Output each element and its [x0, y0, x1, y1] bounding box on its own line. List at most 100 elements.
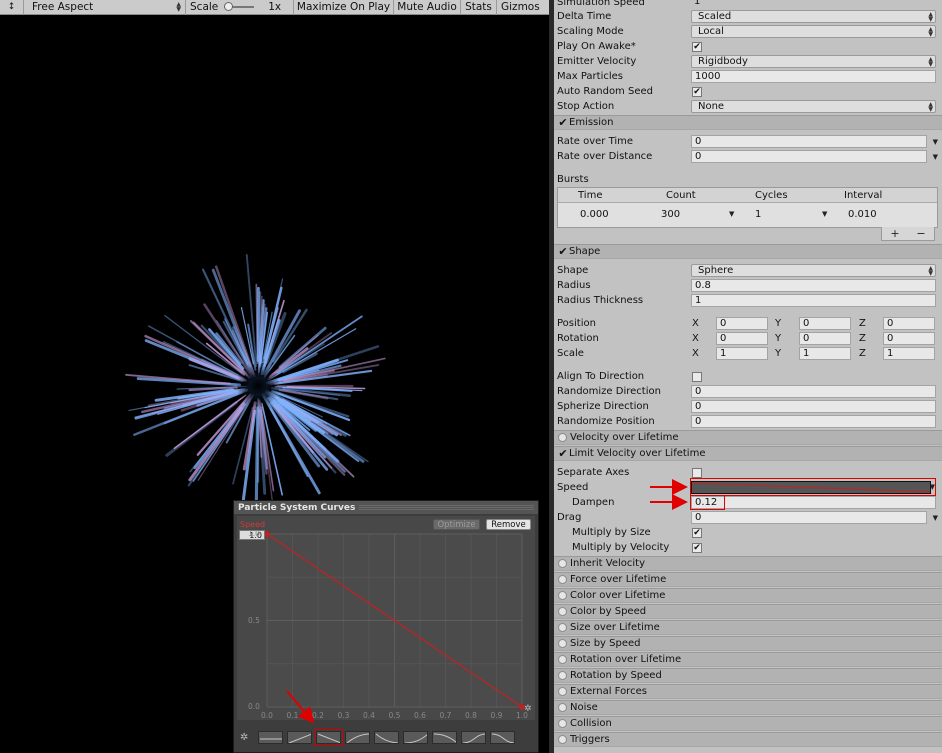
shape-dropdown[interactable]: Sphere ▲ ▼	[691, 264, 936, 277]
optimize-button[interactable]: Optimize	[433, 519, 480, 530]
scale-x-field[interactable]: 1	[716, 347, 768, 360]
rotation-z-field[interactable]: 0	[883, 332, 935, 345]
dampen-field[interactable]: 0.12	[691, 496, 936, 509]
shape-label: Shape	[557, 265, 589, 276]
stats-toggle[interactable]: Stats	[461, 0, 497, 15]
gizmos-toggle[interactable]: Gizmos	[497, 0, 549, 15]
module-disabled-toggle-icon[interactable]	[558, 623, 567, 632]
play-on-awake-checkbox[interactable]: ✔	[692, 41, 702, 52]
maximize-on-play-toggle[interactable]: Maximize On Play	[294, 0, 394, 15]
module-header-noise[interactable]: Noise	[554, 700, 942, 715]
emitter-velocity-dropdown[interactable]: Rigidbody ▲ ▼	[691, 55, 936, 68]
scaling-mode-dropdown[interactable]: Local ▲ ▼	[691, 25, 936, 38]
cycles-dropdown-icon[interactable]: ▼	[822, 210, 827, 218]
module-disabled-toggle-icon[interactable]	[558, 433, 567, 442]
module-header-external-forces[interactable]: External Forces	[554, 684, 942, 699]
module-disabled-toggle-icon[interactable]	[558, 559, 567, 568]
aspect-dropdown[interactable]: Free Aspect ▲ ▼	[24, 0, 186, 15]
randomize-direction-field[interactable]: 0	[691, 385, 936, 398]
module-header-inherit-velocity[interactable]: Inherit Velocity	[554, 556, 942, 571]
radius-thickness-field[interactable]: 1	[691, 294, 936, 307]
preset-ease-out-down-button[interactable]	[374, 730, 399, 744]
count-dropdown-icon[interactable]: ▼	[729, 210, 734, 218]
scale-y-field[interactable]: 1	[799, 347, 851, 360]
module-disabled-toggle-icon[interactable]	[558, 575, 567, 584]
module-header-collision[interactable]: Collision	[554, 716, 942, 731]
preset-ease-in-out-down-button[interactable]	[490, 730, 515, 744]
stop-action-dropdown[interactable]: None ▲ ▼	[691, 100, 936, 113]
position-y-field[interactable]: 0	[799, 317, 851, 330]
burst-time-field[interactable]: 0.000	[580, 209, 609, 220]
module-disabled-toggle-icon[interactable]	[558, 719, 567, 728]
align-to-direction-checkbox[interactable]	[692, 371, 702, 382]
spherize-direction-field[interactable]: 0	[691, 400, 936, 413]
add-burst-button[interactable]: +	[890, 227, 899, 240]
multiply-by-size-checkbox[interactable]: ✔	[692, 527, 702, 538]
drag-field[interactable]: 0	[691, 511, 927, 524]
module-header-rotation-over-lifetime[interactable]: Rotation over Lifetime	[554, 652, 942, 667]
curve-editor[interactable]: ✲ Speed 1.0 Optimize Remove	[237, 516, 535, 720]
burst-cycles-field[interactable]: 1	[755, 209, 761, 220]
curve-name-label: Speed	[240, 520, 266, 529]
module-header-triggers[interactable]: Triggers	[554, 732, 942, 747]
module-enabled-check-icon[interactable]: ✔	[557, 447, 569, 460]
module-disabled-toggle-icon[interactable]	[558, 591, 567, 600]
module-disabled-toggle-icon[interactable]	[558, 703, 567, 712]
max-particles-field[interactable]: 1000	[691, 70, 936, 83]
rate-over-time-field[interactable]: 0	[691, 135, 927, 148]
scale-slider-handle[interactable]	[224, 2, 234, 11]
module-enabled-check-icon[interactable]: ✔	[557, 245, 569, 258]
drag-mode-dropdown-icon[interactable]: ▼	[933, 514, 938, 522]
simulation-speed-field[interactable]: 1	[691, 0, 936, 9]
curve-plot[interactable]: ✲	[237, 516, 535, 734]
rotation-y-field[interactable]: 0	[799, 332, 851, 345]
module-disabled-toggle-icon[interactable]	[558, 607, 567, 616]
scale-z-field[interactable]: 1	[883, 347, 935, 360]
preset-ease-in-out-up-button[interactable]	[461, 730, 486, 744]
curve-mode-dropdown-icon[interactable]: ▼	[933, 138, 938, 146]
mute-audio-toggle[interactable]: Mute Audio	[394, 0, 461, 15]
module-enabled-check-icon[interactable]: ✔	[557, 116, 569, 129]
module-disabled-toggle-icon[interactable]	[558, 735, 567, 744]
preset-ease-out-up-button[interactable]	[345, 730, 370, 744]
remove-button[interactable]: Remove	[486, 519, 531, 530]
play-on-awake-label: Play On Awake*	[557, 41, 636, 52]
position-x-field[interactable]: 0	[716, 317, 768, 330]
preset-ease-in-down-button[interactable]	[432, 730, 457, 744]
module-header-color-over-lifetime[interactable]: Color over Lifetime	[554, 588, 942, 603]
module-header-force-over-lifetime[interactable]: Force over Lifetime	[554, 572, 942, 587]
module-header-velocity-over-lifetime[interactable]: Velocity over Lifetime	[554, 430, 942, 445]
module-header-shape[interactable]: ✔ Shape	[554, 244, 942, 259]
module-disabled-toggle-icon[interactable]	[558, 655, 567, 664]
remove-burst-button[interactable]: −	[916, 227, 925, 240]
module-header-emission[interactable]: ✔ Emission	[554, 115, 942, 130]
scale-slider[interactable]	[224, 2, 255, 11]
preset-linear-up-button[interactable]	[287, 730, 312, 744]
preset-ease-in-up-button[interactable]	[403, 730, 428, 744]
randomize-position-field[interactable]: 0	[691, 415, 936, 428]
radius-field[interactable]: 0.8	[691, 279, 936, 292]
auto-random-seed-checkbox[interactable]: ✔	[692, 86, 702, 97]
module-header-size-over-lifetime[interactable]: Size over Lifetime	[554, 620, 942, 635]
position-z-field[interactable]: 0	[883, 317, 935, 330]
preset-linear-down-button[interactable]	[314, 728, 343, 746]
module-header-rotation-by-speed[interactable]: Rotation by Speed	[554, 668, 942, 683]
module-disabled-toggle-icon[interactable]	[558, 671, 567, 680]
separate-axes-checkbox[interactable]	[692, 467, 702, 478]
burst-count-field[interactable]: 300	[661, 209, 680, 220]
module-header-size-by-speed[interactable]: Size by Speed	[554, 636, 942, 651]
module-disabled-toggle-icon[interactable]	[558, 687, 567, 696]
delta-time-dropdown[interactable]: Scaled ▲ ▼	[691, 10, 936, 23]
curves-window-titlebar[interactable]: Particle System Curves	[234, 501, 538, 514]
burst-interval-field[interactable]: 0.010	[848, 209, 877, 220]
preset-gear-icon[interactable]: ✲	[240, 732, 254, 743]
rate-over-distance-field[interactable]: 0	[691, 150, 927, 163]
module-disabled-toggle-icon[interactable]	[558, 639, 567, 648]
multiply-by-velocity-checkbox[interactable]: ✔	[692, 542, 702, 553]
rotation-x-field[interactable]: 0	[716, 332, 768, 345]
module-header-limit-velocity[interactable]: ✔ Limit Velocity over Lifetime	[554, 446, 942, 461]
module-header-color-by-speed[interactable]: Color by Speed	[554, 604, 942, 619]
curve-mode-dropdown-icon[interactable]: ▼	[933, 153, 938, 161]
display-menu[interactable]: ↕	[0, 0, 24, 15]
preset-constant-button[interactable]	[258, 730, 283, 744]
